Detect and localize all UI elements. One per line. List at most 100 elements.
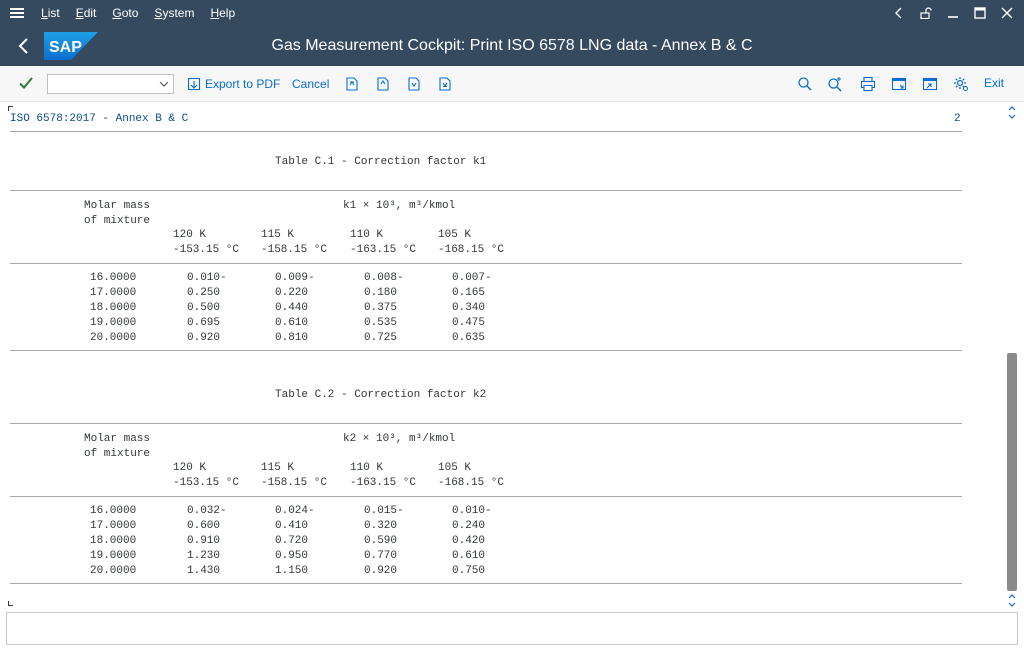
status-bar: [6, 612, 1018, 645]
menu-help[interactable]: Help: [203, 0, 244, 26]
divider: [10, 350, 962, 351]
title-bar: SAP Gas Measurement Cockpit: Print ISO 6…: [0, 26, 1024, 66]
table-c1-cell: 0.810: [275, 332, 309, 344]
table-c2-cell: 1.150: [275, 565, 309, 577]
table-c2-title: Table C.2 - Correction factor k2: [275, 389, 487, 401]
unlock-icon[interactable]: [912, 0, 939, 26]
application-toolbar: Export to PDF Cancel Exit: [0, 66, 1024, 102]
minimize-icon[interactable]: [939, 0, 966, 26]
table-c2-cell: 0.015-: [364, 505, 404, 517]
scroll-down-icon[interactable]: [1008, 113, 1016, 121]
chevron-left-icon[interactable]: [885, 0, 912, 26]
table-c1-unit: k1 × 10³, m³/kmol: [343, 200, 456, 212]
command-input[interactable]: [48, 75, 153, 93]
table-c2-cell: 1.430: [187, 565, 221, 577]
menu-goto[interactable]: Goto: [105, 0, 147, 26]
divider: [10, 190, 962, 191]
scrollbar-thumb[interactable]: [1007, 353, 1017, 591]
table-c2-temp-k-4: 105 K: [438, 462, 472, 474]
table-c1-temp-c-3: -163.15 °C: [350, 244, 417, 256]
menu-list[interactable]: List: [34, 0, 69, 26]
table-c1-col-head-1: Molar mass: [84, 200, 151, 212]
cancel-button[interactable]: Cancel: [292, 75, 329, 93]
table-c2-cell: 0.950: [275, 550, 309, 562]
close-icon[interactable]: [993, 0, 1020, 26]
search-icon[interactable]: [797, 76, 813, 92]
table-c1-cell: 0.475: [452, 317, 486, 329]
export-to-pdf-button[interactable]: Export to PDF: [187, 75, 280, 93]
table-c1-temp-k-2: 115 K: [261, 229, 295, 241]
table-c1-cell: 0.007-: [452, 272, 492, 284]
table-c1-cell: 0.920: [187, 332, 221, 344]
list-corner-top-left: [8, 106, 13, 111]
export-pdf-icon: [187, 77, 201, 91]
table-c1-cell: 0.610: [275, 317, 309, 329]
table-c1-cell: 0.695: [187, 317, 221, 329]
scroll-up-icon[interactable]: [1008, 592, 1016, 600]
table-c2-cell: 0.770: [364, 550, 398, 562]
print-icon[interactable]: [860, 76, 876, 92]
maximize-icon[interactable]: [966, 0, 993, 26]
table-c2-cell: 20.0000: [90, 565, 137, 577]
divider: [10, 583, 962, 584]
table-c1-temp-k-4: 105 K: [438, 229, 472, 241]
table-c1-cell: 0.008-: [364, 272, 404, 284]
menu-bar: List Edit Goto System Help: [0, 0, 1024, 26]
table-c2-cell: 0.024-: [275, 505, 315, 517]
next-page-icon[interactable]: [406, 76, 422, 92]
report-header-title: ISO 6578:2017 - Annex B & C: [10, 113, 189, 125]
table-c2-cell: 0.600: [187, 520, 221, 532]
table-c1-cell: 0.180: [364, 287, 398, 299]
report-page-number: 2: [954, 113, 961, 125]
table-c1-cell: 0.500: [187, 302, 221, 314]
exit-button[interactable]: Exit: [984, 76, 1004, 90]
table-c1-cell: 19.0000: [90, 317, 137, 329]
menu-edit[interactable]: Edit: [69, 0, 106, 26]
scroll-page-down-icon[interactable]: [1008, 601, 1016, 609]
settings-gear-icon[interactable]: [953, 76, 969, 92]
generate-shortcut-icon[interactable]: [922, 76, 938, 92]
table-c1-temp-k-1: 120 K: [173, 229, 207, 241]
table-c1-col-head-2: of mixture: [84, 215, 151, 227]
table-c2-cell: 0.610: [452, 550, 486, 562]
table-c1-temp-c-2: -158.15 °C: [261, 244, 328, 256]
table-c1-cell: 0.375: [364, 302, 398, 314]
table-c2-cell: 0.410: [275, 520, 309, 532]
table-c2-cell: 0.320: [364, 520, 398, 532]
search-next-icon[interactable]: [827, 76, 843, 92]
table-c2-unit: k2 × 10³, m³/kmol: [343, 433, 456, 445]
table-c1-cell: 0.635: [452, 332, 486, 344]
chevron-down-icon[interactable]: [158, 78, 170, 90]
table-c2-col-head-1: Molar mass: [84, 433, 151, 445]
table-c2-cell: 16.0000: [90, 505, 137, 517]
list-corner-bottom-left: [8, 601, 13, 606]
enter-check-icon[interactable]: [18, 75, 34, 91]
scroll-page-up-icon[interactable]: [1008, 104, 1016, 112]
table-c1-cell: 0.250: [187, 287, 221, 299]
table-c2-cell: 0.750: [452, 565, 486, 577]
table-c2-temp-k-1: 120 K: [173, 462, 207, 474]
table-c1-cell: 17.0000: [90, 287, 137, 299]
window-controls: [885, 0, 1020, 26]
table-c2-temp-c-3: -163.15 °C: [350, 477, 417, 489]
last-page-icon[interactable]: [437, 76, 453, 92]
table-c1-cell: 18.0000: [90, 302, 137, 314]
table-c2-temp-c-1: -153.15 °C: [173, 477, 240, 489]
table-c2-cell: 1.230: [187, 550, 221, 562]
table-c2-cell: 19.0000: [90, 550, 137, 562]
first-page-icon[interactable]: [344, 76, 360, 92]
command-field[interactable]: [47, 74, 174, 94]
previous-page-icon[interactable]: [375, 76, 391, 92]
table-c2-cell: 0.032-: [187, 505, 227, 517]
menu-system[interactable]: System: [147, 0, 203, 26]
table-c2-col-head-2: of mixture: [84, 448, 151, 460]
table-c1-cell: 0.340: [452, 302, 486, 314]
table-c1-temp-c-4: -168.15 °C: [438, 244, 505, 256]
table-c1-cell: 0.009-: [275, 272, 315, 284]
table-c2-temp-k-2: 115 K: [261, 462, 295, 474]
new-window-icon[interactable]: [891, 76, 907, 92]
table-c1-cell: 0.165: [452, 287, 486, 299]
table-c2-temp-c-2: -158.15 °C: [261, 477, 328, 489]
divider: [10, 496, 962, 497]
hamburger-menu-icon[interactable]: [0, 0, 34, 26]
